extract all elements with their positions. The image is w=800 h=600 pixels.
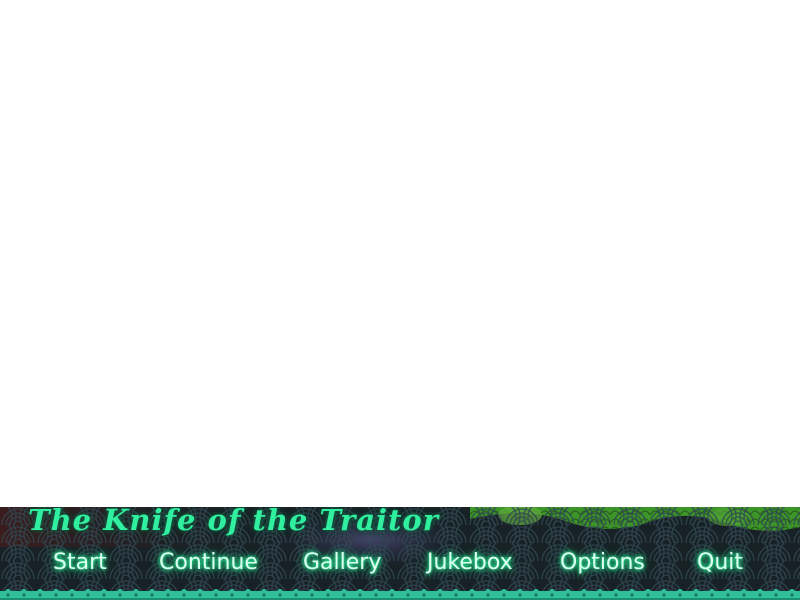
- decorative-trim: [0, 588, 800, 600]
- start-button[interactable]: Start: [53, 545, 107, 581]
- jukebox-button[interactable]: Jukebox: [427, 545, 513, 581]
- quit-button[interactable]: Quit: [697, 545, 743, 581]
- continue-button[interactable]: Continue: [159, 545, 258, 581]
- gallery-button[interactable]: Gallery: [303, 545, 381, 581]
- blank-viewport: [0, 0, 800, 507]
- game-title-logo: The Knife of the Traitor: [28, 507, 440, 537]
- game-window: The Knife of the Traitor Start Continue …: [0, 0, 800, 600]
- main-menu: Start Continue Gallery Jukebox Options Q…: [0, 545, 800, 581]
- options-button[interactable]: Options: [560, 545, 645, 581]
- title-menu-strip: The Knife of the Traitor Start Continue …: [0, 507, 800, 600]
